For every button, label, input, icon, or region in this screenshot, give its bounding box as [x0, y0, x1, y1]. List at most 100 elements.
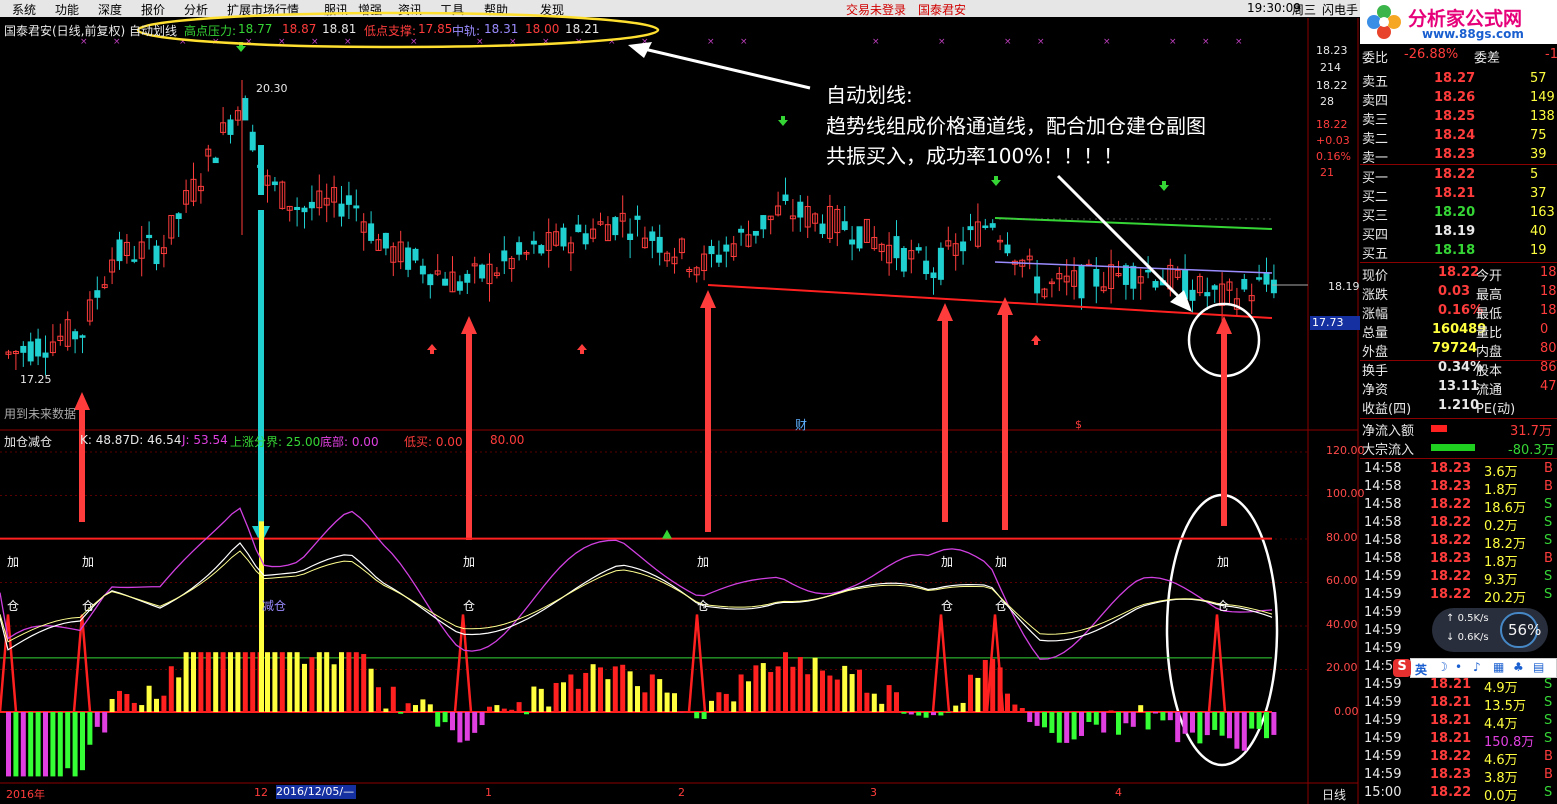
ime-toolbar[interactable]: S 英 ☽ • ♪ ▦ ♣ ▤: [1393, 658, 1557, 678]
histogram-bar: [723, 693, 729, 712]
histogram-bar: [435, 712, 441, 727]
histogram-bar: [931, 712, 936, 716]
x-mark: ×: [245, 37, 253, 47]
histogram-bar: [857, 669, 862, 712]
bid-row[interactable]: 买三 18.20 163: [1360, 204, 1557, 224]
dot-line: [1065, 218, 1067, 220]
dot-line: [1119, 218, 1121, 220]
histogram-bar: [575, 688, 581, 712]
histogram-bar: [420, 699, 426, 712]
histogram-bar: [642, 692, 648, 712]
bid-row[interactable]: 买五 18.18 19: [1360, 242, 1557, 262]
dot-line: [1059, 218, 1061, 220]
dot-line: [1125, 218, 1127, 220]
add-position-spike: [931, 614, 951, 713]
tick-row: 14:58 18.22 18.2万 S: [1360, 532, 1557, 552]
dot-line: [1167, 218, 1169, 220]
net-speed-widget[interactable]: ↑ 0.5K/s ↓ 0.6K/s 56%: [1432, 608, 1548, 652]
histogram-bar: [146, 685, 152, 712]
period-label[interactable]: 日线: [1322, 786, 1346, 803]
histogram-bar: [524, 712, 529, 715]
sub-axis-80: 80.00: [1326, 531, 1358, 544]
stat-label-2: 今开: [1476, 269, 1503, 284]
sell-arrow-icon: [778, 116, 788, 126]
dot-line: [1239, 218, 1241, 220]
histogram-bar: [1227, 712, 1232, 739]
stat-label: 涨跌: [1362, 288, 1389, 303]
order-ratio-value: -26.88%: [1404, 47, 1459, 62]
histogram-bar: [975, 677, 981, 712]
candle-body: [915, 247, 922, 251]
position-signal-7: 仓: [1217, 599, 1230, 613]
bid-row[interactable]: 买二 18.21 37: [1360, 185, 1557, 205]
ask-label: 卖五: [1362, 75, 1389, 90]
tick-time: 14:58: [1364, 461, 1402, 476]
order-diff-label: 委差: [1474, 51, 1501, 66]
add-signal-5: 加: [941, 555, 954, 569]
ask-row[interactable]: 卖二 18.24 75: [1360, 127, 1557, 147]
skin-icon[interactable]: ♣: [1513, 660, 1524, 674]
sogou-icon[interactable]: S: [1393, 659, 1411, 677]
dot-line: [1233, 218, 1235, 220]
ask-volume: 75: [1530, 128, 1547, 143]
candle-body: [516, 242, 523, 255]
keyboard-icon[interactable]: ▦: [1493, 660, 1504, 674]
candle-body: [464, 273, 471, 283]
stat-row: 现价 18.22 今开 18: [1360, 264, 1557, 284]
microphone-icon[interactable]: ♪: [1473, 660, 1481, 674]
candle-body: [131, 259, 138, 262]
dot-line: [1131, 218, 1133, 220]
moon-icon[interactable]: ☽: [1437, 660, 1448, 674]
time-label-year: 2016年: [6, 788, 45, 801]
high-pressure-value-2: 18.87: [282, 22, 317, 36]
low-support-value: 17.85: [418, 22, 453, 36]
histogram-bar: [768, 672, 774, 712]
histogram-bar: [649, 674, 655, 712]
histogram-bar: [1197, 712, 1203, 744]
reduce-signal: 减仓: [262, 599, 287, 613]
histogram-bar: [827, 675, 833, 712]
bid-volume: 163: [1530, 205, 1555, 220]
high-pressure-label: 高点压力:: [184, 24, 237, 38]
candle-body: [94, 290, 101, 298]
stat-row: 净资 13.11 流通 47: [1360, 378, 1557, 398]
candle-body: [937, 247, 944, 280]
flower-logo-icon: [1367, 5, 1401, 39]
tick-time: 14:59: [1364, 623, 1402, 638]
dot-line: [999, 218, 1001, 220]
histogram-bar: [413, 705, 418, 712]
bid-volume: 40: [1530, 224, 1547, 239]
histogram-bar: [1005, 693, 1010, 712]
candle-body: [20, 345, 27, 353]
histogram-bar: [664, 692, 670, 712]
candle-body: [656, 236, 663, 253]
histogram-bar: [1012, 704, 1018, 712]
ask-row[interactable]: 卖四 18.26 149: [1360, 89, 1557, 109]
tick-row: 14:58 18.22 0.2万 S: [1360, 514, 1557, 534]
tick-price: 18.23: [1430, 767, 1472, 782]
stat-label: 净资: [1362, 383, 1389, 398]
dot-line: [1161, 218, 1163, 220]
histogram-bar: [738, 674, 744, 712]
ask-row[interactable]: 卖三 18.25 138: [1360, 108, 1557, 128]
toolbox-icon[interactable]: ▤: [1533, 660, 1544, 674]
ask-row[interactable]: 卖一 18.23 39: [1360, 146, 1557, 166]
histogram-bar: [80, 712, 85, 771]
candle-body: [612, 217, 619, 236]
tick-time: 14:59: [1364, 605, 1402, 620]
bid-row[interactable]: 买一 18.22 5: [1360, 166, 1557, 186]
punctuation-icon[interactable]: •: [1455, 660, 1462, 674]
cpu-gauge: 56%: [1500, 612, 1541, 648]
dot-line: [1257, 218, 1259, 220]
buy-arrow-icon: [1031, 335, 1041, 345]
ask-row[interactable]: 卖五 18.27 57: [1360, 70, 1557, 90]
ime-lang-label[interactable]: 英: [1415, 661, 1427, 678]
histogram-bar: [1071, 712, 1077, 740]
x-mark: ×: [542, 37, 550, 47]
candle-body: [797, 201, 804, 218]
histogram-bar: [1042, 712, 1047, 728]
bid-row[interactable]: 买四 18.19 40: [1360, 223, 1557, 243]
histogram-bar: [457, 712, 463, 743]
axis-value-7: 0.16%: [1316, 150, 1351, 163]
main-chart-title: 国泰君安(日线,前复权) 自动划线: [4, 24, 177, 38]
